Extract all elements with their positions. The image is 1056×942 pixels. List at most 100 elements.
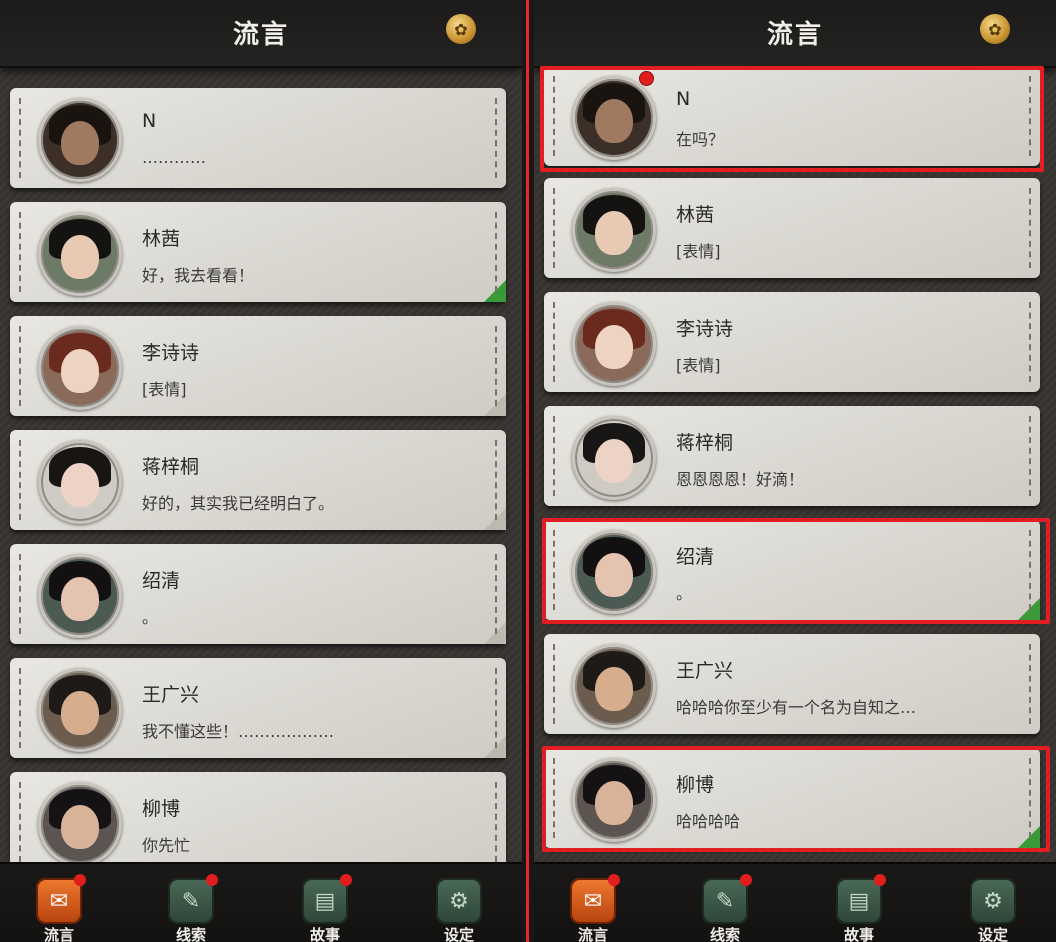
last-message: 哈哈哈你至少有一个名为自知之… <box>676 698 917 717</box>
chat-bubble-icon: ✉ <box>36 878 82 924</box>
gear-icon: ⚙ <box>970 878 1016 924</box>
coin-icon[interactable]: ✿ <box>446 14 476 44</box>
contact-name: 李诗诗 <box>142 342 200 364</box>
page-fold-icon <box>484 736 506 758</box>
contact-card-jiangzitong[interactable]: 蒋梓桐 恩恩恩恩！好滴！ <box>544 406 1040 506</box>
tab-label: 流言 <box>43 926 74 942</box>
page-fold-icon <box>1018 598 1040 620</box>
last-message: 好的，其实我已经明白了。 <box>142 494 335 513</box>
contact-card-lishishi[interactable]: 李诗诗 [表情] <box>544 292 1040 392</box>
contact-card-liubo[interactable]: 柳博 你先忙 <box>10 772 506 862</box>
contact-name: 王广兴 <box>142 684 200 706</box>
contact-card-wangguangxing[interactable]: 王广兴 我不懂这些！……………… <box>10 658 506 758</box>
page-fold-icon <box>484 280 506 302</box>
contact-name: 柳博 <box>142 798 181 820</box>
contact-card-linxi[interactable]: 林茜 好，我去看看！ <box>10 202 506 302</box>
chat-bubble-icon: ✉ <box>570 878 616 924</box>
avatar <box>572 188 656 272</box>
contact-card-shaoqing[interactable]: 绍清 。 <box>544 520 1040 620</box>
avatar <box>572 302 656 386</box>
last-message: 恩恩恩恩！好滴！ <box>676 470 805 489</box>
contact-name: 王广兴 <box>676 660 734 682</box>
tab-clues[interactable]: ✎ 线索 <box>136 874 246 942</box>
top-bar: 流言 ✿ <box>534 0 1056 68</box>
page-title: 流言 <box>766 20 823 50</box>
notification-dot <box>206 874 218 886</box>
tab-label: 故事 <box>843 926 874 942</box>
last-message: 好，我去看看！ <box>142 266 255 285</box>
avatar <box>572 644 656 728</box>
notification-dot <box>74 874 86 886</box>
contact-card-n[interactable]: N 在吗？ <box>544 66 1040 166</box>
notification-dot <box>874 874 886 886</box>
last-message: 在吗？ <box>676 130 725 149</box>
document-icon: ✎ <box>168 878 214 924</box>
book-icon: ▤ <box>302 878 348 924</box>
contact-card-n[interactable]: N ………… <box>10 88 506 188</box>
red-divider <box>522 0 534 942</box>
contact-card-shaoqing[interactable]: 绍清 。 <box>10 544 506 644</box>
last-message: 我不懂这些！……………… <box>142 722 335 741</box>
tab-label: 设定 <box>443 926 474 942</box>
page-fold-icon <box>1018 826 1040 848</box>
contact-card-liubo[interactable]: 柳博 哈哈哈哈 <box>544 748 1040 848</box>
tab-label: 线索 <box>175 926 206 942</box>
tab-label: 流言 <box>577 926 608 942</box>
last-message: 你先忙 <box>142 836 191 855</box>
gear-icon: ⚙ <box>436 878 482 924</box>
book-icon: ▤ <box>836 878 882 924</box>
contact-name: N <box>142 110 157 132</box>
avatar <box>38 668 122 752</box>
page-fold-icon <box>484 394 506 416</box>
contact-card-wangguangxing[interactable]: 王广兴 哈哈哈你至少有一个名为自知之… <box>544 634 1040 734</box>
contact-card-linxi[interactable]: 林茜 [表情] <box>544 178 1040 278</box>
avatar <box>38 782 122 862</box>
avatar <box>38 212 122 296</box>
contact-name: 蒋梓桐 <box>142 456 200 478</box>
contact-name: 李诗诗 <box>676 318 734 340</box>
contact-name: 绍清 <box>142 570 181 592</box>
top-bar: 流言 ✿ <box>0 0 522 68</box>
last-message: [表情] <box>142 380 187 399</box>
notification-dot <box>740 874 752 886</box>
message-list[interactable]: N ………… 林茜 好，我去看看！ 李诗诗 [表情] 蒋梓桐 好的，其实我已经明… <box>0 66 522 862</box>
page-title: 流言 <box>232 20 289 50</box>
last-message: [表情] <box>676 242 721 261</box>
coin-icon[interactable]: ✿ <box>980 14 1010 44</box>
right-screen: 流言 ✿ N 在吗？ 林茜 [表情] 李诗诗 [表情] 蒋梓桐 恩恩恩恩！好滴！… <box>534 0 1056 942</box>
avatar <box>572 76 656 160</box>
bottom-tab-bar: ✉ 流言 ✎ 线索 ▤ 故事 ⚙ 设定 <box>534 862 1056 942</box>
last-message: 哈哈哈哈 <box>676 812 741 831</box>
contact-name: 林茜 <box>142 228 181 250</box>
tab-label: 线索 <box>709 926 740 942</box>
document-icon: ✎ <box>702 878 748 924</box>
avatar <box>572 530 656 614</box>
avatar <box>38 98 122 182</box>
page-fold-icon <box>484 622 506 644</box>
last-message: 。 <box>676 584 693 603</box>
avatar <box>38 554 122 638</box>
avatar <box>38 326 122 410</box>
last-message: ………… <box>142 148 206 167</box>
notification-dot <box>608 874 620 886</box>
contact-card-jiangzitong[interactable]: 蒋梓桐 好的，其实我已经明白了。 <box>10 430 506 530</box>
contact-name: 林茜 <box>676 204 715 226</box>
tab-settings[interactable]: ⚙ 设定 <box>938 874 1048 942</box>
notification-dot <box>340 874 352 886</box>
contact-name: 蒋梓桐 <box>676 432 734 454</box>
contact-name: 柳博 <box>676 774 715 796</box>
tab-rumors[interactable]: ✉ 流言 <box>4 874 114 942</box>
message-list[interactable]: N 在吗？ 林茜 [表情] 李诗诗 [表情] 蒋梓桐 恩恩恩恩！好滴！ 绍清 。… <box>534 66 1056 862</box>
avatar <box>572 416 656 500</box>
tab-label: 故事 <box>309 926 340 942</box>
screenshot-comparison: 流言 ✿ N ………… 林茜 好，我去看看！ 李诗诗 [表情] 蒋梓桐 好的，其… <box>0 0 1056 942</box>
last-message: [表情] <box>676 356 721 375</box>
tab-settings[interactable]: ⚙ 设定 <box>404 874 514 942</box>
tab-story[interactable]: ▤ 故事 <box>804 874 914 942</box>
tab-label: 设定 <box>977 926 1008 942</box>
tab-rumors[interactable]: ✉ 流言 <box>538 874 648 942</box>
tab-clues[interactable]: ✎ 线索 <box>670 874 780 942</box>
tab-story[interactable]: ▤ 故事 <box>270 874 380 942</box>
contact-card-lishishi[interactable]: 李诗诗 [表情] <box>10 316 506 416</box>
contact-name: N <box>676 88 691 110</box>
